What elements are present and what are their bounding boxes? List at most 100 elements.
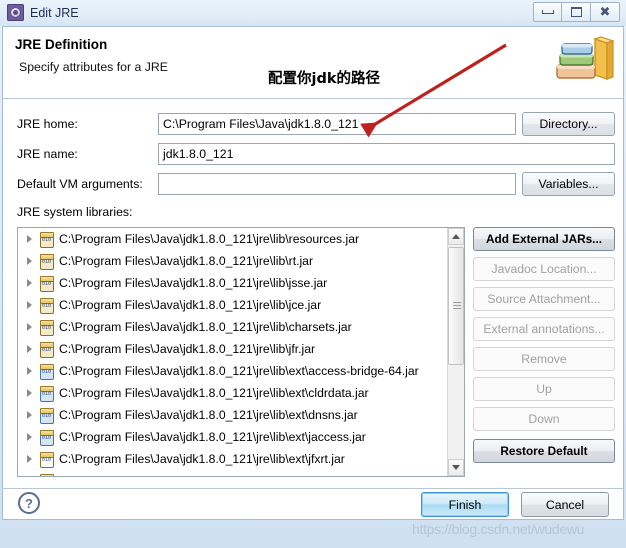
minimize-button[interactable] bbox=[533, 2, 562, 22]
cancel-button[interactable]: Cancel bbox=[521, 492, 609, 517]
list-item-path: C:\Program Files\Java\jdk1.8.0_121\jre\l… bbox=[59, 452, 345, 466]
chevron-right-icon[interactable] bbox=[24, 365, 36, 377]
library-action-button-javadoc-location: Javadoc Location... bbox=[473, 257, 615, 281]
list-item-path: C:\Program Files\Java\jdk1.8.0_121\jre\l… bbox=[59, 408, 358, 422]
jar-icon: 010 bbox=[38, 275, 54, 292]
jar-ext-icon: 010 bbox=[38, 385, 54, 402]
list-item-path: C:\Program Files\Java\jdk1.8.0_121\jre\l… bbox=[59, 342, 316, 356]
jar-icon: 010 bbox=[38, 297, 54, 314]
scrollbar-grip-icon bbox=[453, 302, 461, 310]
list-item-path: C:\Program Files\Java\jdk1.8.0_121\jre\l… bbox=[59, 320, 352, 334]
scroll-down-button[interactable] bbox=[448, 459, 464, 476]
chevron-right-icon[interactable] bbox=[24, 387, 36, 399]
chevron-right-icon[interactable] bbox=[24, 233, 36, 245]
help-icon[interactable]: ? bbox=[18, 492, 40, 514]
title-bar-left: Edit JRE bbox=[7, 4, 79, 21]
jar-doc-icon: 010 bbox=[38, 451, 54, 468]
directory-button[interactable]: Directory... bbox=[522, 112, 615, 136]
close-icon: ✖ bbox=[599, 4, 611, 20]
list-item[interactable]: 010 C:\Program Files\Java\jdk1.8.0_121\jr… bbox=[18, 294, 447, 316]
list-item-path: C:\Program Files\Java\jdk1.8.0_121\jre\l… bbox=[59, 232, 360, 246]
library-action-button-source-attachment: Source Attachment... bbox=[473, 287, 615, 311]
chevron-right-icon[interactable] bbox=[24, 277, 36, 289]
list-item-path: C:\Program Files\Java\jdk1.8.0_121\jre\l… bbox=[59, 430, 366, 444]
list-item[interactable]: 010 C:\Program Files\Java\jdk1.8.0_121\jr… bbox=[18, 470, 447, 476]
chevron-right-icon[interactable] bbox=[24, 431, 36, 443]
window-controls: ✖ bbox=[533, 2, 620, 22]
library-action-button-add-external-jars[interactable]: Add External JARs... bbox=[473, 227, 615, 251]
variables-button[interactable]: Variables... bbox=[522, 172, 615, 196]
finish-button[interactable]: Finish bbox=[421, 492, 509, 517]
banner-subtitle: Specify attributes for a JRE bbox=[19, 60, 168, 74]
library-list-scrollbar[interactable] bbox=[447, 228, 464, 476]
dialog-client-area: JRE Definition Specify attributes for a … bbox=[2, 26, 624, 520]
chevron-right-icon[interactable] bbox=[24, 409, 36, 421]
maximize-icon bbox=[570, 7, 582, 17]
library-action-button-restore-default[interactable]: Restore Default bbox=[473, 439, 615, 463]
jre-home-label: JRE home: bbox=[17, 117, 78, 131]
jar-icon: 010 bbox=[38, 253, 54, 270]
list-item[interactable]: 010 C:\Program Files\Java\jdk1.8.0_121\jr… bbox=[18, 448, 447, 470]
chevron-right-icon[interactable] bbox=[24, 343, 36, 355]
chevron-right-icon[interactable] bbox=[24, 255, 36, 267]
jre-name-label: JRE name: bbox=[17, 147, 78, 161]
edit-jre-window: Edit JRE ✖ JRE Definition Specify attrib… bbox=[0, 0, 626, 548]
jre-name-row: JRE name: jdk1.8.0_121 bbox=[3, 143, 623, 165]
list-item[interactable]: 010 C:\Program Files\Java\jdk1.8.0_121\jr… bbox=[18, 272, 447, 294]
list-item-path: C:\Program Files\Java\jdk1.8.0_121\jre\l… bbox=[59, 364, 419, 378]
list-item[interactable]: 010 C:\Program Files\Java\jdk1.8.0_121\jr… bbox=[18, 426, 447, 448]
vm-arguments-row: Default VM arguments: Variables... bbox=[3, 172, 623, 196]
jre-home-row: JRE home: C:\Program Files\Java\jdk1.8.0… bbox=[3, 112, 623, 136]
jar-ext-icon: 010 bbox=[38, 363, 54, 380]
caret-down-icon bbox=[452, 465, 460, 470]
system-libraries-label: JRE system libraries: bbox=[17, 205, 133, 219]
scroll-up-button[interactable] bbox=[448, 228, 464, 245]
list-item[interactable]: 010 C:\Program Files\Java\jdk1.8.0_121\jr… bbox=[18, 228, 447, 250]
dialog-banner: JRE Definition Specify attributes for a … bbox=[3, 27, 623, 99]
list-item-path: C:\Program Files\Java\jdk1.8.0_121\jre\l… bbox=[59, 276, 328, 290]
chevron-right-icon[interactable] bbox=[24, 453, 36, 465]
watermark-text: https://blog.csdn.net/wudewu bbox=[412, 521, 585, 537]
jar-ext-icon: 010 bbox=[38, 429, 54, 446]
list-item-path: C:\Program Files\Java\jdk1.8.0_121\jre\l… bbox=[59, 474, 381, 476]
jar-icon: 010 bbox=[38, 231, 54, 248]
vm-arguments-label: Default VM arguments: bbox=[17, 177, 143, 191]
list-item[interactable]: 010 C:\Program Files\Java\jdk1.8.0_121\jr… bbox=[18, 404, 447, 426]
jre-home-input[interactable]: C:\Program Files\Java\jdk1.8.0_121 bbox=[158, 113, 516, 135]
list-item[interactable]: 010 C:\Program Files\Java\jdk1.8.0_121\jr… bbox=[18, 360, 447, 382]
scrollbar-thumb[interactable] bbox=[448, 247, 464, 365]
window-title: Edit JRE bbox=[30, 5, 79, 20]
vm-arguments-input[interactable] bbox=[158, 173, 516, 195]
title-bar: Edit JRE ✖ bbox=[0, 0, 626, 26]
caret-up-icon bbox=[452, 234, 460, 239]
close-button[interactable]: ✖ bbox=[591, 2, 620, 22]
footer-separator bbox=[2, 488, 624, 489]
jre-gear-icon bbox=[7, 4, 24, 21]
list-item[interactable]: 010 C:\Program Files\Java\jdk1.8.0_121\jr… bbox=[18, 316, 447, 338]
system-libraries-row: JRE system libraries: bbox=[3, 201, 623, 223]
chevron-right-icon[interactable] bbox=[24, 321, 36, 333]
library-list-items: 010 C:\Program Files\Java\jdk1.8.0_121\jr… bbox=[18, 228, 447, 476]
minimize-icon bbox=[541, 10, 554, 14]
list-item[interactable]: 010 C:\Program Files\Java\jdk1.8.0_121\jr… bbox=[18, 382, 447, 404]
jar-ext-icon: 010 bbox=[38, 407, 54, 424]
jre-name-input[interactable]: jdk1.8.0_121 bbox=[158, 143, 615, 165]
books-stack-icon bbox=[551, 31, 615, 93]
chevron-right-icon[interactable] bbox=[24, 299, 36, 311]
jar-icon: 010 bbox=[38, 341, 54, 358]
jar-ext-icon: 010 bbox=[38, 473, 54, 476]
jar-icon: 010 bbox=[38, 319, 54, 336]
chevron-right-icon[interactable] bbox=[24, 475, 36, 476]
library-action-button-down: Down bbox=[473, 407, 615, 431]
banner-title: JRE Definition bbox=[15, 37, 108, 52]
maximize-button[interactable] bbox=[562, 2, 591, 22]
library-action-button-external-annotations: External annotations... bbox=[473, 317, 615, 341]
list-item[interactable]: 010 C:\Program Files\Java\jdk1.8.0_121\jr… bbox=[18, 338, 447, 360]
list-item-path: C:\Program Files\Java\jdk1.8.0_121\jre\l… bbox=[59, 254, 314, 268]
list-item-path: C:\Program Files\Java\jdk1.8.0_121\jre\l… bbox=[59, 386, 369, 400]
list-item-path: C:\Program Files\Java\jdk1.8.0_121\jre\l… bbox=[59, 298, 322, 312]
library-action-button-up: Up bbox=[473, 377, 615, 401]
list-item[interactable]: 010 C:\Program Files\Java\jdk1.8.0_121\jr… bbox=[18, 250, 447, 272]
jre-system-libraries-list[interactable]: 010 C:\Program Files\Java\jdk1.8.0_121\jr… bbox=[17, 227, 465, 477]
dialog-body: JRE home: C:\Program Files\Java\jdk1.8.0… bbox=[3, 99, 623, 519]
